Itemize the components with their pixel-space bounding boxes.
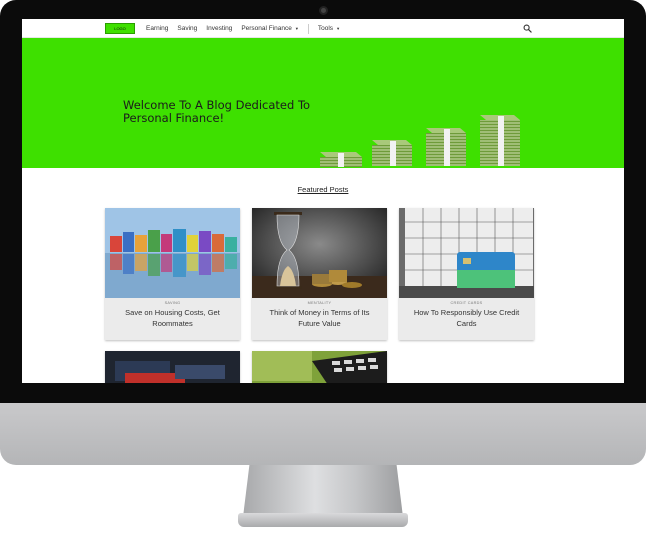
- post-card[interactable]: SAVING Save on Housing Costs, Get Roomma…: [105, 208, 240, 340]
- post-title[interactable]: How To Responsibly Use Credit Cards: [399, 307, 534, 340]
- screen: LOGO Earning Saving Investing Personal F…: [22, 19, 624, 383]
- webcam: [319, 6, 328, 15]
- post-title[interactable]: Save on Housing Costs, Get Roommates: [105, 307, 240, 340]
- featured-posts-grid: SAVING Save on Housing Costs, Get Roomma…: [105, 208, 535, 383]
- nav-dropdown-personal-finance[interactable]: Personal Finance ▼: [241, 25, 299, 32]
- money-stack-large: [426, 128, 466, 166]
- search-icon[interactable]: [523, 24, 532, 33]
- hero-banner: Welcome To A Blog Dedicated To Personal …: [22, 38, 624, 168]
- post-image-cards: [105, 351, 240, 383]
- money-stack-small: [320, 152, 362, 167]
- money-stacks-illustration: [320, 115, 520, 167]
- nav-link-investing[interactable]: Investing: [206, 25, 232, 32]
- post-title[interactable]: Think of Money in Terms of Its Future Va…: [252, 307, 387, 340]
- hero-title: Welcome To A Blog Dedicated To Personal …: [123, 98, 311, 125]
- money-stack-largest: [480, 115, 520, 166]
- nav-links: Earning Saving Investing Personal Financ…: [146, 19, 349, 38]
- post-card[interactable]: MENTALITY Think of Money in Terms of Its…: [252, 208, 387, 340]
- post-image-hourglass: [252, 208, 387, 298]
- caret-down-icon: ▼: [336, 26, 341, 31]
- post-image-houses: [105, 208, 240, 298]
- money-stack-medium: [372, 140, 412, 166]
- site-logo[interactable]: LOGO: [105, 23, 135, 34]
- post-card[interactable]: CREDIT CARDS How To Responsibly Use Cred…: [399, 208, 534, 340]
- post-image-calculator: [252, 351, 387, 383]
- monitor-chin: [0, 403, 646, 465]
- post-image-calendar-credit-card: [399, 208, 534, 298]
- nav-dropdown-label: Personal Finance: [241, 25, 292, 32]
- nav-link-saving[interactable]: Saving: [177, 25, 197, 32]
- post-card[interactable]: [252, 351, 387, 383]
- monitor-stand-base: [238, 513, 408, 527]
- navbar: LOGO Earning Saving Investing Personal F…: [22, 19, 624, 38]
- nav-link-earning[interactable]: Earning: [146, 25, 168, 32]
- nav-divider: [307, 23, 309, 34]
- post-card[interactable]: [105, 351, 240, 383]
- caret-down-icon: ▼: [294, 26, 299, 31]
- nav-dropdown-tools[interactable]: Tools ▼: [318, 25, 340, 32]
- nav-dropdown-label: Tools: [317, 25, 334, 32]
- featured-posts-heading[interactable]: Featured Posts: [22, 185, 624, 194]
- monitor-stand: [243, 465, 403, 517]
